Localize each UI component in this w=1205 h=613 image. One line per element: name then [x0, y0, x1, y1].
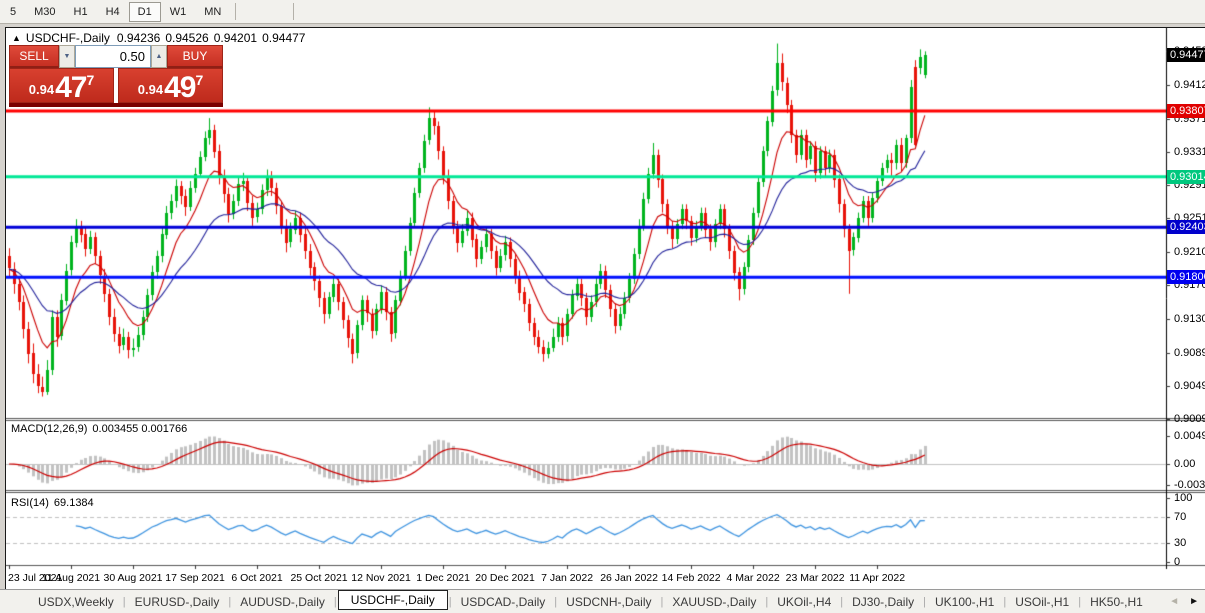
- tab-scroll-right-icon[interactable]: ►: [1189, 596, 1199, 607]
- chart-tab-usoil[interactable]: USOil-,H1: [1007, 594, 1077, 610]
- tab-scroll-controls: ◄►: [1169, 596, 1205, 607]
- rsi-value: 69.1384: [54, 497, 94, 509]
- ohlc-header: ▲ USDCHF-,Daily 0.94236 0.94526 0.94201 0.944…: [12, 31, 305, 45]
- sell-button[interactable]: SELL: [9, 45, 59, 68]
- macd-name: MACD(12,26,9): [11, 423, 87, 435]
- open-value: 0.94236: [117, 31, 160, 45]
- high-value: 0.94526: [165, 31, 208, 45]
- price-tick-label: 0.90090: [1174, 413, 1205, 426]
- rsi-indicator-label: RSI(14) 69.1384: [11, 497, 94, 509]
- chart-tab-usdchf[interactable]: USDCHF-,Daily: [338, 590, 448, 610]
- date-tick-label: 6 Oct 2021: [231, 572, 282, 584]
- price-level-badge: 0.92403: [1167, 220, 1205, 234]
- macd-tick-label: -0.00361: [1174, 479, 1205, 492]
- rsi-tick-label: 100: [1174, 492, 1192, 505]
- close-value: 0.94477: [262, 31, 305, 45]
- lot-decrease-button[interactable]: ▼: [59, 45, 75, 68]
- chart-tab-dj30[interactable]: DJ30-,Daily: [844, 594, 922, 610]
- one-click-trade-panel: SELL ▼ 0.50 ▲ BUY 0.94477 0.94497: [9, 45, 223, 107]
- buy-button[interactable]: BUY: [167, 45, 223, 68]
- price-level-badge: 0.91800: [1167, 270, 1205, 284]
- timeframe-button-5[interactable]: 5: [1, 2, 25, 22]
- sell-price-base: 0.94: [29, 82, 54, 97]
- tab-scroll-left-icon[interactable]: ◄: [1169, 596, 1179, 607]
- timeframe-button-w1[interactable]: W1: [161, 2, 196, 22]
- price-tick-label: 0.92100: [1174, 246, 1205, 259]
- chart-tab-usdcad[interactable]: USDCAD-,Daily: [453, 594, 554, 610]
- rsi-tick-label: 70: [1174, 511, 1186, 524]
- price-level-badge: 0.93807: [1167, 104, 1205, 118]
- macd-tick-label: 0.004913: [1174, 430, 1205, 443]
- rsi-name: RSI(14): [11, 497, 49, 509]
- price-tick-label: 0.90490: [1174, 380, 1205, 393]
- chart-tab-hk50[interactable]: HK50-,H1: [1082, 594, 1151, 610]
- rsi-tick-label: 30: [1174, 537, 1186, 550]
- lot-increase-button[interactable]: ▲: [151, 45, 167, 68]
- macd-indicator-label: MACD(12,26,9) 0.003455 0.001766: [11, 423, 187, 435]
- macd-values: 0.003455 0.001766: [92, 423, 187, 435]
- date-tick-label: 25 Oct 2021: [290, 572, 347, 584]
- timeframe-button-mn[interactable]: MN: [195, 2, 230, 22]
- chart-tab-usdx[interactable]: USDX,Weekly: [30, 594, 122, 610]
- buy-price-big: 49: [164, 74, 195, 101]
- buy-price-base: 0.94: [138, 82, 163, 97]
- date-tick-label: 12 Nov 2021: [351, 572, 411, 584]
- timeframe-button-m30[interactable]: M30: [25, 2, 64, 22]
- date-tick-label: 11 Aug 2021: [42, 572, 100, 584]
- timeframe-button-h1[interactable]: H1: [65, 2, 97, 22]
- price-tick-label: 0.93310: [1174, 146, 1205, 159]
- price-level-badge: 0.94477: [1167, 48, 1205, 62]
- price-tick-label: 0.90890: [1174, 347, 1205, 360]
- date-tick-label: 26 Jan 2022: [600, 572, 658, 584]
- date-tick-label: 23 Mar 2022: [786, 572, 845, 584]
- date-tick-label: 14 Feb 2022: [662, 572, 721, 584]
- chart-symbol-label: USDCHF-,Daily: [26, 31, 110, 45]
- lot-up-icon: ▲: [156, 53, 163, 60]
- chart-tab-ukoil[interactable]: UKOil-,H4: [769, 594, 839, 610]
- mt4-terminal: { "toolbar": { "timeframes": [ {"label":…: [0, 0, 1205, 613]
- date-tick-label: 20 Dec 2021: [475, 572, 535, 584]
- toolbar-separator: [293, 3, 294, 20]
- buy-price-display[interactable]: 0.94497: [118, 68, 223, 103]
- sell-price-sup: 7: [86, 72, 94, 88]
- chart-window: ▲USDCHF-,Daily0.942360.945260.942010.944…: [5, 27, 1205, 591]
- price-level-badge: 0.93014: [1167, 170, 1205, 184]
- rsi-tick-label: 0: [1174, 556, 1180, 569]
- price-tick-label: 0.94120: [1174, 79, 1205, 92]
- chart-tab-bar: USDX,Weekly|EURUSD-,Daily|AUDUSD-,Daily|…: [0, 589, 1205, 613]
- timeframe-button-h4[interactable]: H4: [97, 2, 129, 22]
- date-tick-label: 1 Dec 2021: [416, 572, 470, 584]
- chart-tab-xauusd[interactable]: XAUUSD-,Daily: [664, 594, 764, 610]
- lot-down-icon: ▼: [64, 53, 71, 60]
- sell-price-big: 47: [55, 74, 86, 101]
- date-tick-label: 30 Aug 2021: [104, 572, 163, 584]
- chart-tab-audusd[interactable]: AUDUSD-,Daily: [232, 594, 333, 610]
- lot-size-input[interactable]: 0.50: [75, 45, 151, 68]
- date-tick-label: 17 Sep 2021: [165, 572, 225, 584]
- date-tick-label: 11 Apr 2022: [849, 572, 905, 584]
- sell-price-display[interactable]: 0.94477: [9, 68, 114, 103]
- chart-tab-eurusd[interactable]: EURUSD-,Daily: [127, 594, 228, 610]
- chart-tab-uk100[interactable]: UK100-,H1: [927, 594, 1002, 610]
- macd-tick-label: 0.00: [1174, 458, 1195, 471]
- toolbar-separator: [235, 3, 236, 20]
- chart-tab-usdcnh[interactable]: USDCNH-,Daily: [558, 594, 659, 610]
- buy-price-sup: 7: [195, 72, 203, 88]
- date-tick-label: 4 Mar 2022: [727, 572, 780, 584]
- price-chart-canvas[interactable]: [6, 28, 1205, 589]
- date-tick-label: 7 Jan 2022: [541, 572, 593, 584]
- collapse-icon[interactable]: ▲: [12, 33, 21, 43]
- timeframe-button-d1[interactable]: D1: [129, 2, 161, 22]
- timeframe-toolbar: 5M30H1H4D1W1MN: [0, 0, 1205, 24]
- low-value: 0.94201: [214, 31, 257, 45]
- price-tick-label: 0.91300: [1174, 313, 1205, 326]
